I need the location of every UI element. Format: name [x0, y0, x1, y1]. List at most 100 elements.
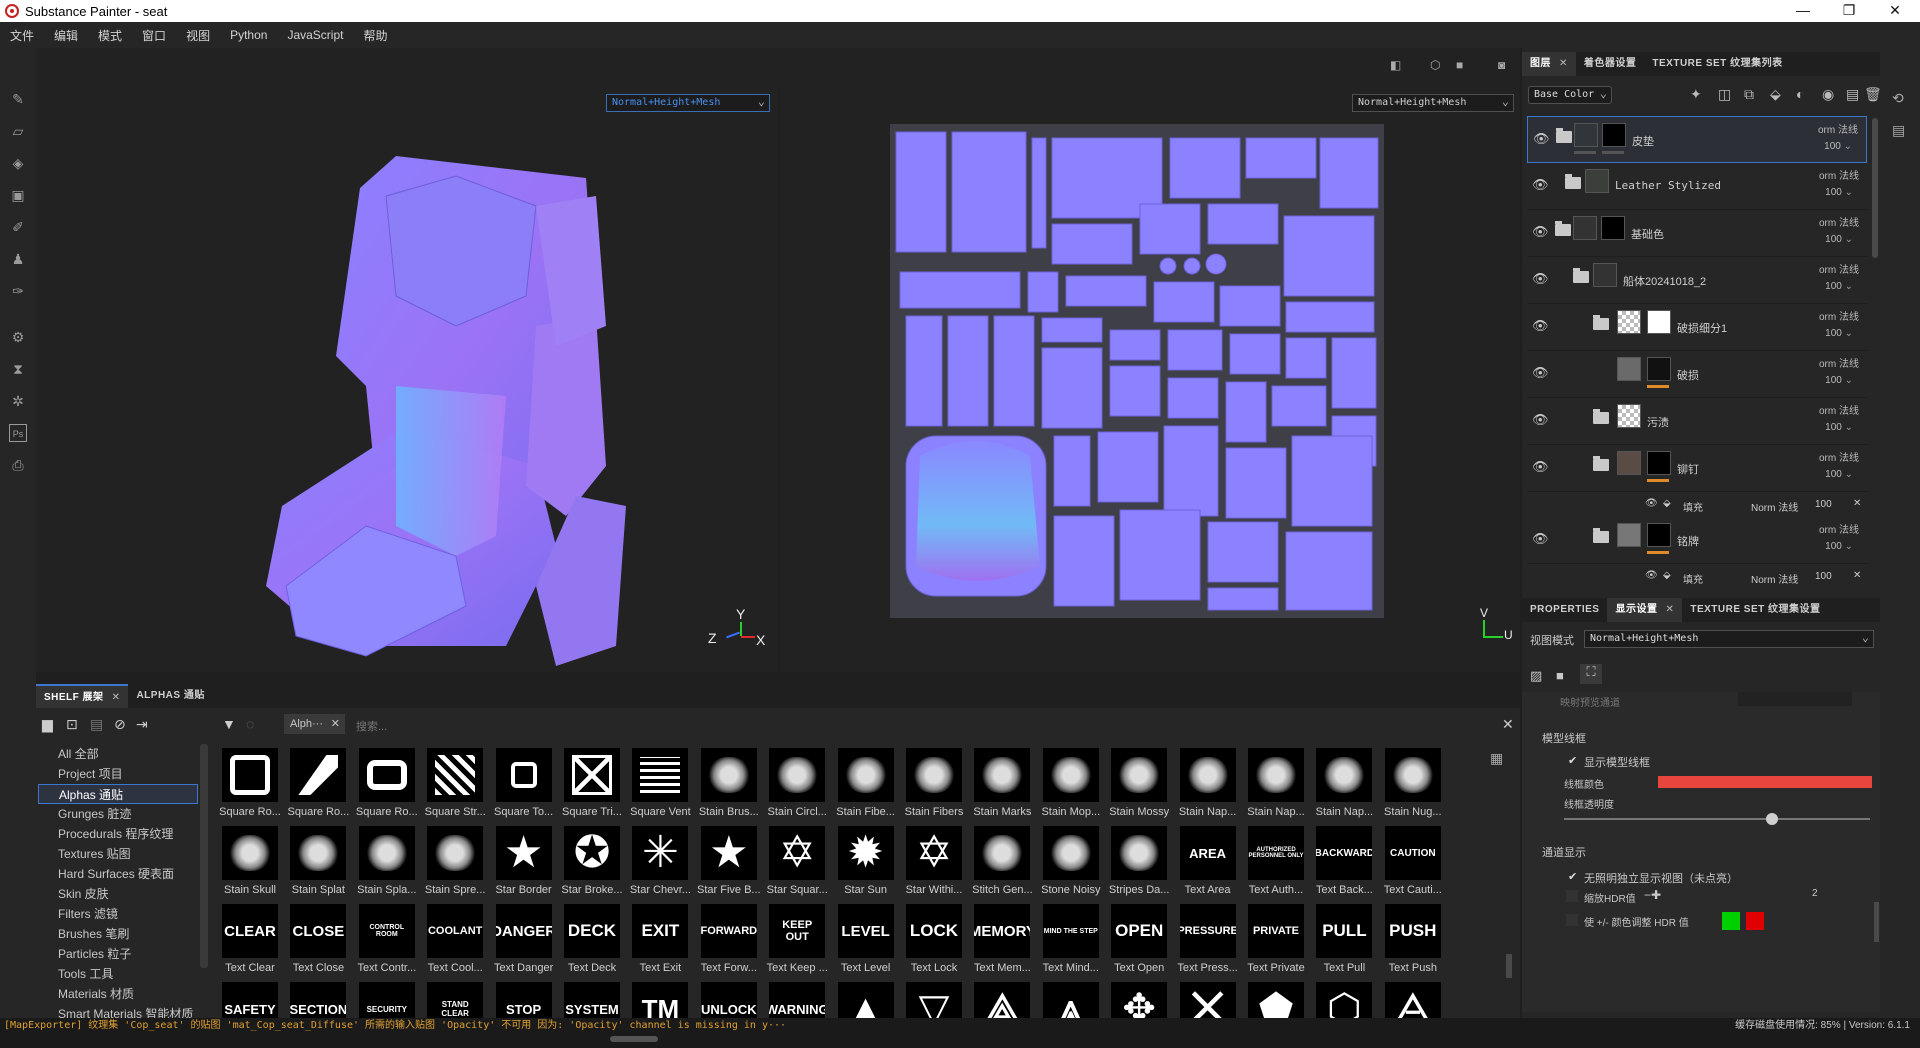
shelf-category-item[interactable]: All 全部: [38, 744, 198, 764]
tab-texture-set-list[interactable]: TEXTURE SET 纹理集列表: [1644, 52, 1790, 76]
smudge-icon[interactable]: ✐: [9, 218, 27, 236]
shelf-item[interactable]: SECURITY: [355, 982, 419, 1018]
shelf-item[interactable]: Square Vent: [628, 748, 692, 826]
shelf-item[interactable]: KEEP OUT Text Keep ...: [765, 904, 829, 982]
shelf-item[interactable]: Stone Noisy: [1039, 826, 1103, 904]
layer-item[interactable]: 👁 皮垫 orm 法线 100: [1527, 116, 1867, 163]
layer-opacity[interactable]: 100: [1824, 141, 1852, 152]
camera-video-icon[interactable]: ■: [1456, 58, 1463, 72]
layer-opacity[interactable]: 100: [1825, 281, 1853, 292]
shelf-category-item[interactable]: Textures 贴图: [38, 844, 198, 864]
shelf-item[interactable]: WARNING: [765, 982, 829, 1018]
shelf-item[interactable]: ▽: [902, 982, 966, 1018]
visibility-eye-icon[interactable]: 👁: [1532, 365, 1549, 380]
shelf-item[interactable]: DECK Text Deck: [560, 904, 624, 982]
visibility-eye-icon[interactable]: 👁: [1532, 177, 1549, 192]
checkbox-unchecked-icon[interactable]: [1566, 914, 1578, 926]
tab-shader-settings[interactable]: 着色器设置: [1576, 52, 1645, 76]
layer-opacity[interactable]: 100: [1825, 469, 1853, 480]
shelf-item[interactable]: LEVEL Text Level: [834, 904, 898, 982]
add-fill-layer-icon[interactable]: ⬙: [1770, 86, 1781, 103]
layer-item[interactable]: 👁 铭牌 orm 法线 100: [1527, 517, 1867, 564]
plugin-settings-icon[interactable]: ✲: [9, 392, 27, 410]
shelf-category-item[interactable]: Grunges 脏迹: [38, 804, 198, 824]
shelf-item[interactable]: LOCK Text Lock: [902, 904, 966, 982]
add-layer-icon[interactable]: ⧉: [1744, 86, 1754, 103]
tab-display-settings[interactable]: 显示设置 ✕: [1607, 598, 1683, 622]
shelf-item[interactable]: ⬡: [1312, 982, 1376, 1018]
shelf-item[interactable]: Stain Splat: [286, 826, 350, 904]
tab-texture-set-settings[interactable]: TEXTURE SET 纹理集设置: [1682, 598, 1828, 622]
layer-opacity[interactable]: 100: [1825, 541, 1853, 552]
shelf-item[interactable]: Stain Marks: [970, 748, 1034, 826]
minimize-icon[interactable]: —: [1780, 0, 1826, 22]
fill-effect-row[interactable]: 👁 ⬙ 填充 Norm 法线 100 ✕: [1527, 568, 1867, 588]
split-view-icon[interactable]: ◧: [1390, 58, 1401, 72]
shelf-item[interactable]: SYSTEM: [560, 982, 624, 1018]
add-material-icon[interactable]: ◉: [1822, 86, 1834, 103]
fill-blend-mode[interactable]: Norm 法线: [1751, 571, 1798, 586]
close-icon[interactable]: ✕: [1502, 716, 1514, 733]
shelf-category-item[interactable]: Project 项目: [38, 764, 198, 784]
layer-item[interactable]: 👁 破损细分1 orm 法线 100: [1527, 304, 1867, 351]
shelf-item[interactable]: ✪ Star Broke...: [560, 826, 624, 904]
viewport-2d[interactable]: Normal+Height+Mesh ⌄ V U: [780, 86, 1520, 672]
import-icon[interactable]: ⇥: [136, 716, 148, 733]
hide-icon[interactable]: ⊘: [114, 716, 126, 733]
layer-blend-mode[interactable]: orm 法线: [1819, 449, 1859, 464]
shelf-item[interactable]: Stain Nap...: [1312, 748, 1376, 826]
reset-filter-icon[interactable]: ◌: [246, 716, 254, 732]
add-mask-icon[interactable]: ◫: [1718, 86, 1731, 103]
shelf-category-item[interactable]: Hard Surfaces 硬表面: [38, 864, 198, 884]
tab-alphas[interactable]: ALPHAS 通贴: [128, 684, 212, 708]
eraser-icon[interactable]: ▱: [9, 122, 27, 140]
display-scrollbar[interactable]: [1874, 902, 1879, 942]
shelf-item[interactable]: ⬟: [1244, 982, 1308, 1018]
shelf-item[interactable]: EXIT Text Exit: [628, 904, 692, 982]
shelf-item[interactable]: PULL Text Pull: [1312, 904, 1376, 982]
photoshop-icon[interactable]: Ps: [9, 424, 27, 442]
tab-layers[interactable]: 图层 ✕: [1522, 52, 1576, 76]
shelf-category-item[interactable]: Filters 滤镜: [38, 904, 198, 924]
visibility-eye-icon[interactable]: 👁: [1645, 498, 1658, 509]
shelf-category-item[interactable]: Brushes 笔刷: [38, 924, 198, 944]
shelf-item[interactable]: FORWARD Text Forw...: [697, 904, 761, 982]
channel-select[interactable]: Base Color: [1528, 85, 1612, 104]
shelf-item[interactable]: TM: [628, 982, 692, 1018]
shelf-item[interactable]: Stain Fibers: [902, 748, 966, 826]
close-icon[interactable]: ✕: [1665, 604, 1674, 615]
shelf-item[interactable]: UNLOCK: [697, 982, 761, 1018]
green-color-swatch[interactable]: [1722, 912, 1740, 930]
shelf-category-item[interactable]: Alphas 通贴: [38, 784, 198, 804]
menu-javascript[interactable]: JavaScript: [287, 28, 343, 42]
layer-item[interactable]: 👁 船体20241018_2 orm 法线 100: [1527, 257, 1867, 304]
wireframe-color-swatch[interactable]: [1658, 776, 1872, 788]
layer-opacity[interactable]: 100: [1825, 375, 1853, 386]
viewport-3d[interactable]: Normal+Height+Mesh Y Z X: [36, 86, 778, 672]
shelf-category-item[interactable]: Tools 工具: [38, 964, 198, 984]
shelf-item[interactable]: ✥: [1107, 982, 1171, 1018]
shelf-category-item[interactable]: Skin 皮肤: [38, 884, 198, 904]
shelf-item[interactable]: BACKWARD Text Back...: [1312, 826, 1376, 904]
visibility-eye-icon[interactable]: 👁: [1533, 131, 1550, 146]
menu-mode[interactable]: 模式: [98, 27, 122, 44]
shelf-item[interactable]: CLOSE Text Close: [286, 904, 350, 982]
shelf-item[interactable]: STOP: [492, 982, 556, 1018]
geometry-mask-icon[interactable]: ▣: [9, 186, 27, 204]
visibility-eye-icon[interactable]: 👁: [1532, 224, 1549, 239]
layer-opacity[interactable]: 100: [1825, 422, 1853, 433]
close-icon[interactable]: ✕: [1853, 570, 1861, 581]
layer-blend-mode[interactable]: orm 法线: [1819, 521, 1859, 536]
visibility-eye-icon[interactable]: 👁: [1532, 412, 1549, 427]
grid-view-icon[interactable]: ▦: [1490, 750, 1503, 767]
category-scrollbar[interactable]: [200, 744, 208, 968]
visibility-eye-icon[interactable]: 👁: [1645, 570, 1658, 581]
shelf-item[interactable]: Stain Nap...: [1176, 748, 1240, 826]
shelf-item[interactable]: ✡ Star Withi...: [902, 826, 966, 904]
close-icon[interactable]: ✕: [1559, 58, 1568, 69]
close-icon[interactable]: ✕: [112, 692, 121, 703]
add-folder-icon[interactable]: ▤: [1846, 86, 1859, 103]
shelf-item[interactable]: AREA Text Area: [1176, 826, 1240, 904]
shelf-item[interactable]: ★ Star Border: [492, 826, 556, 904]
menu-help[interactable]: 帮助: [363, 27, 387, 44]
